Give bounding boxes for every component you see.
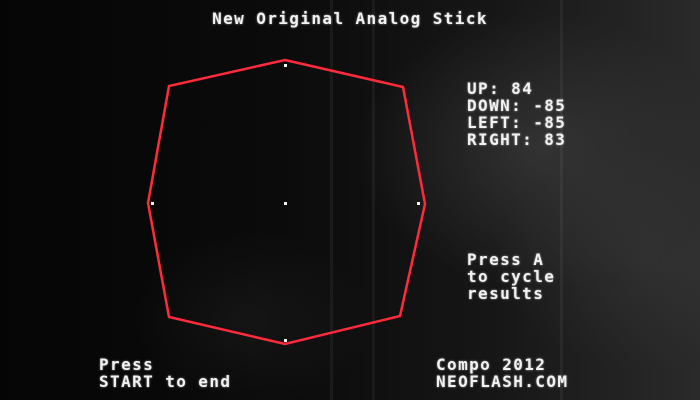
credits: Compo 2012 NEOFLASH.COM [436, 356, 568, 390]
up-extreme-dot [284, 64, 287, 67]
footer-left-line: Press [99, 355, 155, 374]
start-to-end-hint: Press START to end [99, 356, 231, 390]
readout-right-row: RIGHT: 83 [467, 131, 566, 148]
cycle-results-hint: Press Ato cycle results [467, 251, 555, 302]
right-extreme-dot [417, 202, 420, 205]
down-extreme-dot [284, 339, 287, 342]
game-screen: New Original Analog Stick UP: 84 DOWN: -8… [0, 0, 700, 400]
right-label: RIGHT: [467, 130, 534, 149]
direction-readout: UP: 84 DOWN: -85 LEFT: -85 RIGHT: 83 [467, 80, 566, 148]
readout-down-row: DOWN: -85 [467, 97, 566, 114]
footer-left-line: START to end [99, 372, 232, 391]
hint-line: Press A [467, 250, 545, 269]
hint-line: results [467, 284, 545, 303]
readout-left-row: LEFT: -85 [467, 114, 566, 131]
right-value: 83 [544, 130, 567, 149]
stick-center-dot [284, 202, 287, 205]
left-extreme-dot [151, 202, 154, 205]
credits-line: NEOFLASH.COM [436, 372, 569, 391]
credits-line: Compo 2012 [436, 355, 547, 374]
readout-up-row: UP: 84 [467, 80, 566, 97]
analog-range-plot [146, 58, 427, 346]
hint-line: to cycle [467, 267, 556, 286]
